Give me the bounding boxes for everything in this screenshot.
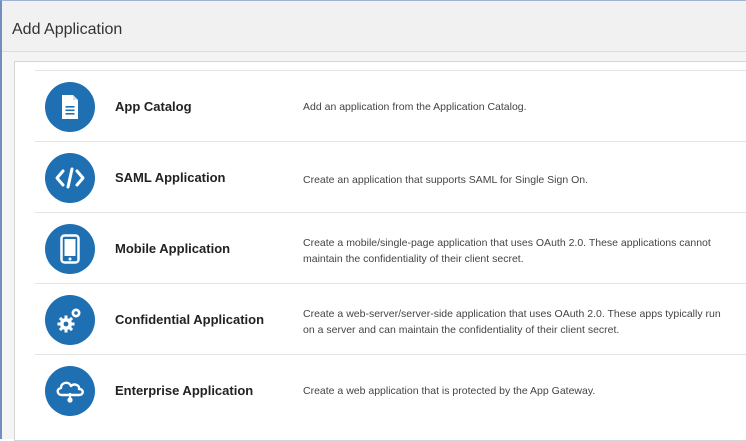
option-title: Mobile Application [115, 241, 231, 256]
option-title: Confidential Application [115, 312, 265, 327]
cloud-gateway-icon [45, 366, 95, 416]
option-description: Add an application from the Application … [303, 101, 527, 113]
application-type-list: App Catalog Add an application from the … [14, 61, 746, 441]
option-title: SAML Application [115, 170, 226, 185]
option-description: Create an application that supports SAML… [303, 174, 589, 186]
mobile-application-option[interactable]: Mobile Application Create a mobile/singl… [35, 212, 746, 283]
option-title: App Catalog [115, 99, 192, 114]
option-description: Create a mobile/single-page application … [303, 237, 711, 265]
app-catalog-option[interactable]: App Catalog Add an application from the … [35, 70, 746, 141]
mobile-device-icon [45, 224, 95, 274]
confidential-application-option[interactable]: Confidential Application Create a web-se… [35, 283, 746, 354]
document-icon [45, 82, 95, 132]
add-application-window: Add Application App Catalog Add an appli… [0, 0, 746, 441]
page-title: Add Application [12, 21, 123, 38]
page-header: Add Application [2, 1, 746, 52]
gears-icon [45, 295, 95, 345]
option-title: Enterprise Application [115, 383, 254, 398]
option-description: Create a web-server/server-side applicat… [303, 308, 721, 336]
option-description: Create a web application that is protect… [303, 385, 596, 397]
saml-application-option[interactable]: SAML Application Create an application t… [35, 141, 746, 212]
enterprise-application-option[interactable]: Enterprise Application Create a web appl… [35, 354, 746, 425]
code-icon [45, 153, 95, 203]
